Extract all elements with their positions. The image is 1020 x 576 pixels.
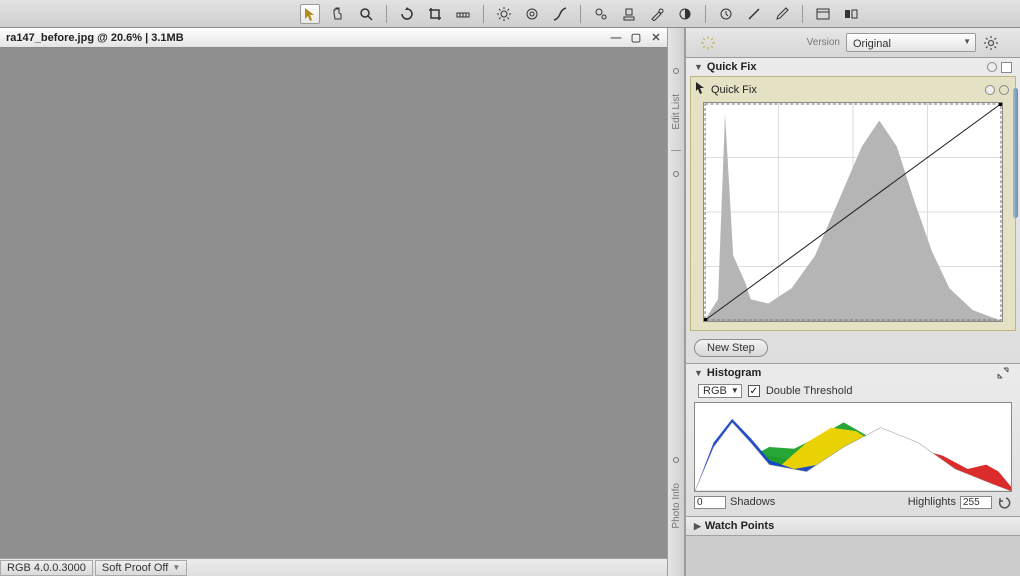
- status-soft-proof[interactable]: Soft Proof Off▼: [95, 560, 187, 576]
- target-tool-icon[interactable]: [522, 4, 542, 24]
- zoom-tool-icon[interactable]: [356, 4, 376, 24]
- exposure-tool-icon[interactable]: [494, 4, 514, 24]
- curves-plot[interactable]: [703, 102, 1003, 322]
- color-tool-icon[interactable]: [675, 4, 695, 24]
- undo-icon[interactable]: [996, 494, 1012, 510]
- hand-tool-icon[interactable]: [328, 4, 348, 24]
- highlights-label: Highlights: [908, 496, 956, 508]
- panel-toggle-icon[interactable]: [987, 62, 997, 72]
- shadows-input[interactable]: 0: [694, 496, 726, 509]
- status-rgb: RGB 4.0.0.3000: [0, 560, 93, 576]
- right-panels: Version Original ▼ Quick Fix: [685, 28, 1020, 576]
- panel-box-icon[interactable]: [1001, 62, 1012, 73]
- quick-fix-panel: ▼ Quick Fix Quick Fix: [686, 58, 1020, 364]
- maximize-icon[interactable]: ▢: [629, 31, 643, 45]
- quick-fix-step-header[interactable]: Quick Fix: [693, 79, 1013, 102]
- busy-icon: [700, 35, 716, 51]
- pointer-tool-icon[interactable]: [300, 4, 320, 24]
- toolbar-separator: [802, 5, 803, 23]
- side-tab-edit-list[interactable]: Edit List: [671, 94, 682, 130]
- panel-title: Watch Points: [705, 520, 774, 532]
- histogram-plot[interactable]: [694, 402, 1012, 492]
- version-label: Version: [807, 37, 840, 48]
- side-tab-strip: Edit List Photo Info: [667, 28, 685, 576]
- document-area: ra147_before.jpg @ 20.6% | 3.1MB — ▢ ✕ R…: [0, 28, 667, 576]
- histogram-controls: RGB ✓ Double Threshold: [694, 384, 1012, 402]
- eyedropper-tool-icon[interactable]: [772, 4, 792, 24]
- auto-tool-icon[interactable]: [591, 4, 611, 24]
- document-title: ra147_before.jpg @ 20.6% | 3.1MB: [6, 32, 184, 44]
- toolbar-separator: [386, 5, 387, 23]
- disclosure-right-icon: ▶: [694, 521, 701, 532]
- side-tab-bullet: [673, 457, 679, 463]
- line-tool-icon[interactable]: [744, 4, 764, 24]
- disclosure-down-icon: ▼: [694, 368, 703, 378]
- brush-tool-icon[interactable]: [647, 4, 667, 24]
- stamp-tool-icon[interactable]: [619, 4, 639, 24]
- highlights-input[interactable]: 255: [960, 496, 992, 509]
- step-toggle-icon[interactable]: [985, 85, 995, 95]
- crop-tool-icon[interactable]: [425, 4, 445, 24]
- document-titlebar: ra147_before.jpg @ 20.6% | 3.1MB — ▢ ✕: [0, 28, 667, 48]
- toolbar-separator: [483, 5, 484, 23]
- cursor-icon: [695, 81, 707, 98]
- double-threshold-label: Double Threshold: [766, 385, 853, 397]
- double-threshold-checkbox[interactable]: ✓: [748, 385, 760, 397]
- status-bar: RGB 4.0.0.3000 Soft Proof Off▼: [0, 558, 667, 576]
- toolbar-separator: [705, 5, 706, 23]
- panel-title: Quick Fix: [707, 61, 757, 73]
- histogram-header[interactable]: ▼ Histogram: [686, 364, 1020, 382]
- version-select[interactable]: Original: [846, 33, 976, 52]
- canvas[interactable]: [0, 48, 667, 558]
- step-title: Quick Fix: [711, 84, 757, 96]
- toolbar-separator: [580, 5, 581, 23]
- side-tab-photo-info[interactable]: Photo Info: [671, 483, 682, 529]
- top-toolbar: [0, 0, 1020, 28]
- gear-icon[interactable]: [982, 34, 1000, 52]
- minimize-icon[interactable]: —: [609, 31, 623, 45]
- disclosure-down-icon: ▼: [694, 62, 703, 72]
- window-tool-icon[interactable]: [813, 4, 833, 24]
- side-tab-separator: [671, 150, 681, 151]
- quick-fix-header[interactable]: ▼ Quick Fix: [686, 58, 1020, 76]
- histogram-panel: ▼ Histogram RGB ✓ Double Threshold: [686, 364, 1020, 517]
- curves-tool-icon[interactable]: [550, 4, 570, 24]
- side-tab-bullet: [673, 68, 679, 74]
- straighten-tool-icon[interactable]: [453, 4, 473, 24]
- rotate-tool-icon[interactable]: [397, 4, 417, 24]
- version-bar: Version Original: [686, 28, 1020, 58]
- quick-fix-body: Quick Fix: [690, 76, 1016, 331]
- channel-select[interactable]: RGB: [698, 384, 742, 398]
- close-icon[interactable]: ✕: [649, 31, 663, 45]
- side-tab-bullet: [673, 171, 679, 177]
- watch-points-header[interactable]: ▶ Watch Points: [686, 517, 1020, 535]
- shadows-label: Shadows: [730, 496, 775, 508]
- new-step-button[interactable]: New Step: [694, 339, 768, 357]
- histogram-range-row: 0 Shadows Highlights 255: [694, 492, 1012, 510]
- compare-tool-icon[interactable]: [841, 4, 861, 24]
- history-tool-icon[interactable]: [716, 4, 736, 24]
- expand-icon[interactable]: [994, 364, 1012, 382]
- step-toggle-icon[interactable]: [999, 85, 1009, 95]
- panel-title: Histogram: [707, 367, 761, 379]
- scrollbar[interactable]: [1013, 88, 1018, 218]
- watch-points-panel: ▶ Watch Points: [686, 517, 1020, 536]
